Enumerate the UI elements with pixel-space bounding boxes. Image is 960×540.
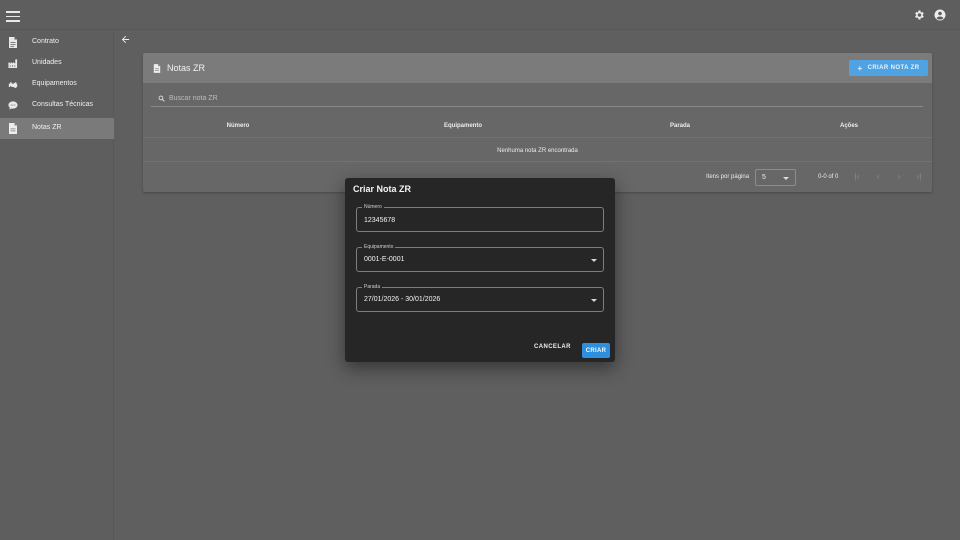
hamburger-menu-icon[interactable] [6,7,20,23]
column-header-parada[interactable]: Parada [670,123,690,129]
parada-value: 27/01/2026 - 30/01/2026 [364,296,441,303]
plus-icon: + [857,63,863,73]
search-icon [158,95,165,102]
items-per-page-label: Itens por página [706,174,750,180]
cancel-button[interactable]: CANCELAR [534,344,571,350]
top-app-bar [0,0,960,30]
parada-label: Parada [362,284,383,291]
create-nota-zr-label: CRIAR NOTA ZR [867,65,920,71]
page-size-value: 5 [762,174,766,181]
create-nota-zr-dialog: Criar Nota ZR Número Equipamento 0001-E-… [345,178,615,362]
next-page-icon[interactable]: › [894,172,904,182]
factory-icon [8,59,18,69]
search-bar [151,90,923,107]
numero-field[interactable]: Número [356,204,604,232]
sidebar-item-label: Consultas Técnicas [32,101,93,108]
chevron-down-icon [591,259,597,262]
notes-icon [9,123,17,134]
document-icon [9,37,17,48]
page-size-select[interactable]: 5 [755,169,796,186]
column-header-acoes: Ações [839,123,859,129]
empty-state-message: Nenhuma nota ZR encontrada [497,148,578,154]
first-page-icon[interactable]: |‹ [852,172,862,182]
last-page-icon[interactable]: ›| [914,172,924,182]
dialog-title: Criar Nota ZR [353,184,412,194]
sidebar-item-unidades[interactable]: Unidades [0,53,114,74]
create-button[interactable]: CRIAR [582,343,610,358]
account-circle-icon[interactable] [934,9,946,21]
chevron-down-icon [783,177,789,180]
column-header-equipamento[interactable]: Equipamento [444,123,482,129]
sidebar-item-label: Notas ZR [32,124,62,131]
equipment-icon [8,82,18,88]
chat-icon [8,101,18,110]
sidebar: Contrato Unidades Equipamentos Consultas… [0,31,114,540]
numero-label: Número [362,204,384,211]
gear-icon[interactable] [913,9,925,21]
previous-page-icon[interactable]: ‹ [873,172,883,182]
chevron-down-icon [591,299,597,302]
card-header: Notas ZR + CRIAR NOTA ZR [143,53,932,83]
equipamento-select[interactable]: Equipamento 0001-E-0001 [356,244,604,272]
sidebar-item-contrato[interactable]: Contrato [0,32,114,53]
sidebar-item-label: Contrato [32,38,59,45]
sidebar-item-notas-zr[interactable]: Notas ZR [0,118,114,139]
numero-input[interactable] [364,214,584,226]
create-button-label: CRIAR [585,347,607,354]
sidebar-item-consultas-tecnicas[interactable]: Consultas Técnicas [0,95,114,116]
equipamento-value: 0001-E-0001 [364,256,405,263]
arrow-back-icon[interactable] [120,34,131,45]
equipamento-label: Equipamento [362,244,396,251]
create-nota-zr-button[interactable]: + CRIAR NOTA ZR [849,60,928,76]
parada-select[interactable]: Parada 27/01/2026 - 30/01/2026 [356,284,604,312]
page-range: 0-0 of 0 [818,174,839,180]
sidebar-item-label: Unidades [32,59,62,66]
notas-zr-card: Notas ZR + CRIAR NOTA ZR Número Equipame… [143,53,932,192]
page-title: Notas ZR [167,63,206,73]
table-header: Número Equipamento Parada Ações [143,116,932,138]
sidebar-item-label: Equipamentos [32,80,77,87]
sidebar-item-equipamentos[interactable]: Equipamentos [0,74,114,95]
notes-icon [153,64,161,73]
column-header-numero[interactable]: Número [227,123,250,129]
search-input[interactable] [169,92,909,105]
